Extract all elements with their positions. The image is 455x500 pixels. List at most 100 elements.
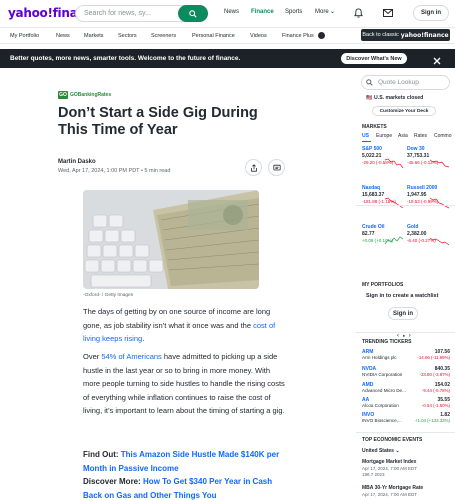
ticker-change: -14.66 (-11.99%) <box>417 355 450 360</box>
mail-icon <box>383 9 393 17</box>
ticker-row[interactable]: AMD Advanced Micro De... 154.02 -9.44 (-… <box>362 382 450 398</box>
nav-finance[interactable]: Finance <box>251 9 274 15</box>
tab-us[interactable]: US <box>362 133 369 139</box>
events-country-select[interactable]: United States ⌄ <box>362 448 400 454</box>
trending-heading: TRENDING TICKERS <box>362 339 412 345</box>
article-paragraph-2: Over 54% of Americans have admitted to p… <box>83 350 288 418</box>
banner-close-button[interactable] <box>432 53 444 65</box>
sparkline-dow <box>429 159 450 168</box>
paragraph-text: The days of getting by on one source of … <box>83 307 271 330</box>
article-headline: Don’t Start a Side Gig During This Time … <box>58 105 258 138</box>
ticker-name: Arm Holdings plc <box>362 355 397 360</box>
event-item[interactable]: Mortgage Market Index Apr 17, 2024, 7:00… <box>362 459 450 477</box>
americans-stat-link[interactable]: 54% of Americans <box>101 352 161 361</box>
ticker-change: -0.54 (-1.50%) <box>421 403 450 408</box>
article-author[interactable]: Martin Dasko <box>58 159 96 165</box>
subnav-my-portfolio[interactable]: My Portfolio <box>10 33 39 39</box>
search-icon <box>189 9 197 18</box>
find-out-label: Find Out: <box>83 450 121 459</box>
keyboard-money-photo <box>83 190 259 289</box>
tab-rates[interactable]: Rates <box>414 133 427 139</box>
article-meta: Wed, Apr 17, 2024, 1:00 PM PDT • 5 min r… <box>58 168 171 174</box>
chevron-down-icon: ⌄ <box>330 9 336 15</box>
subnav-videos[interactable]: Videos <box>250 33 267 39</box>
chevron-down-icon: ⌄ <box>395 448 400 454</box>
source-name: GOBankingRates <box>70 92 112 98</box>
divider <box>356 205 455 206</box>
comment-icon <box>272 164 281 170</box>
bell-icon <box>353 8 363 18</box>
back-to-classic-button[interactable]: Back to classic yahoo!finance <box>361 29 450 41</box>
sparkline-sp500 <box>384 158 404 169</box>
ticker-row[interactable]: AA Alcoa Corporation 35.55 -0.54 (-1.50%… <box>362 397 450 413</box>
sign-in-button[interactable]: Sign in <box>413 5 449 21</box>
ticker-row[interactable]: NVDA NVIDIA Corporation 840.35 -33.80 (-… <box>362 366 450 382</box>
source-logo-mark: GO <box>58 91 68 99</box>
paragraph-text: have admitted to picking up a side hustl… <box>83 352 285 415</box>
subnav-sectors[interactable]: Sectors <box>118 33 137 39</box>
share-button[interactable] <box>245 159 262 176</box>
paragraph-text: . <box>142 334 145 343</box>
portfolio-message: Sign in to create a watchlist <box>366 293 439 299</box>
image-caption: -Oxford- / Getty Images <box>83 293 134 298</box>
events-country: United States <box>362 448 394 454</box>
ticker-change: -9.44 (-5.78%) <box>421 388 450 393</box>
portfolio-sign-in-button[interactable]: Sign in <box>388 307 418 320</box>
source-logo[interactable]: GO GOBankingRates <box>58 91 111 99</box>
customize-deck-button[interactable]: Customize Your Deck <box>372 106 436 116</box>
back-to-classic-brand: yahoo!finance <box>400 31 449 39</box>
sparkline-crude <box>384 236 404 245</box>
subnav-personal-finance[interactable]: Personal Finance <box>192 33 235 39</box>
tab-asia[interactable]: Asia <box>398 133 408 139</box>
trending-tickers-panel: TRENDING TICKERS ARM Arm Holdings plc 10… <box>356 337 455 427</box>
events-heading: TOP ECONOMIC EVENTS <box>362 437 423 443</box>
markets-tabs: US Europe Asia Rates Commo <box>362 133 455 142</box>
divider <box>356 432 455 433</box>
ticker-name: INVO Bioscience,... <box>362 418 402 423</box>
discover-whats-new-button[interactable]: Discover What's New <box>341 53 407 64</box>
article-paragraph-1: The days of getting by on one source of … <box>83 305 288 346</box>
event-date: Apr 17, 2024, 7:00 AM EDT <box>362 492 418 497</box>
banner-message: Better quotes, more news, smarter tools.… <box>10 55 241 62</box>
portfolios-heading: MY PORTFOLIOS <box>362 282 404 288</box>
finance-plus-icon <box>318 32 325 39</box>
subnav-finance-plus[interactable]: Finance Plus <box>282 33 314 39</box>
ticker-change: -33.80 (-3.87%) <box>419 372 450 377</box>
comments-button[interactable] <box>268 159 285 176</box>
event-title: MBA 30-Yr Mortgage Rate <box>362 485 424 491</box>
ticker-name: NVIDIA Corporation <box>362 372 403 377</box>
ticker-row[interactable]: INVO INVO Bioscience,... 1.82 +1.04 (+13… <box>362 412 450 428</box>
tab-commodities[interactable]: Commo <box>434 133 452 139</box>
page: yahoo!finance Search for news, sy... New… <box>0 0 455 500</box>
close-icon <box>433 57 441 65</box>
nav-news[interactable]: News <box>224 9 239 15</box>
discover-more-line: Discover More: How To Get $340 Per Year … <box>83 475 288 500</box>
quote-lookup-input[interactable]: Quote Lookup <box>361 75 450 90</box>
ticker-change: +1.04 (+133.33%) <box>414 418 450 423</box>
tab-europe[interactable]: Europe <box>376 133 392 139</box>
market-status: U.S. markets closed <box>374 95 424 101</box>
event-stats: 198.7 2023 <box>362 472 385 477</box>
event-date: Apr 17, 2024, 7:00 AM EDT <box>362 466 418 471</box>
event-item[interactable]: MBA 30-Yr Mortgage Rate Apr 17, 2024, 7:… <box>362 485 450 497</box>
promo-banner: Better quotes, more news, smarter tools.… <box>0 49 455 68</box>
economic-events-panel: TOP ECONOMIC EVENTS United States ⌄ Mort… <box>356 435 455 500</box>
subnav-news[interactable]: News <box>56 33 70 39</box>
find-out-line: Find Out: This Amazon Side Hustle Made $… <box>83 448 288 475</box>
event-title: Mortgage Market Index <box>362 459 417 465</box>
nav-sports[interactable]: Sports <box>285 9 302 15</box>
ticker-row[interactable]: ARM Arm Holdings plc 107.56 -14.66 (-11.… <box>362 349 450 365</box>
ticker-name: Alcoa Corporation <box>362 403 399 408</box>
market-sparklines <box>384 158 450 246</box>
subnav-screeners[interactable]: Screeners <box>151 33 176 39</box>
ticker-name: Advanced Micro De... <box>362 388 406 393</box>
article-image <box>83 190 259 289</box>
top-bar: yahoo!finance Search for news, sy... New… <box>0 0 455 27</box>
nav-more[interactable]: More <box>315 9 329 15</box>
search-button[interactable] <box>178 5 208 22</box>
markets-heading: MARKETS <box>362 124 387 130</box>
subnav-markets[interactable]: Markets <box>84 33 104 39</box>
flag-icon: 🇺🇸 <box>366 95 373 101</box>
mail-button[interactable] <box>382 7 394 19</box>
notifications-button[interactable] <box>352 7 364 19</box>
